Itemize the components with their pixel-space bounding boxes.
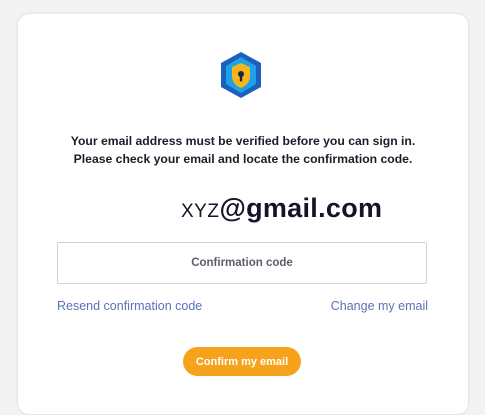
- confirm-email-button[interactable]: Confirm my email: [183, 347, 301, 376]
- verification-message: Your email address must be verified befo…: [18, 132, 468, 168]
- message-line-2: Please check your email and locate the c…: [73, 152, 413, 166]
- shield-lock-icon: [219, 51, 263, 99]
- email-address: XYZ@gmail.com: [181, 193, 382, 224]
- verification-card: Your email address must be verified befo…: [17, 13, 469, 415]
- email-user: XYZ: [181, 201, 220, 222]
- confirmation-code-input[interactable]: [57, 242, 427, 284]
- change-email-link[interactable]: Change my email: [331, 299, 428, 313]
- resend-code-link[interactable]: Resend confirmation code: [57, 299, 202, 313]
- message-line-1: Your email address must be verified befo…: [70, 134, 416, 148]
- email-domain: @gmail.com: [219, 193, 383, 223]
